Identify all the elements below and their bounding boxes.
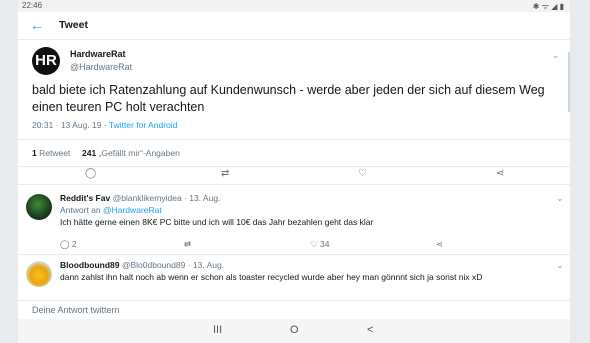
- retweet-icon[interactable]: ⇄: [221, 168, 229, 179]
- retweet-icon[interactable]: ⇄: [184, 239, 191, 250]
- reply-input[interactable]: Deine Antwort twittern: [32, 305, 120, 315]
- retweet-count[interactable]: 1 Retweet: [32, 148, 70, 158]
- reply-count: 2: [71, 239, 77, 249]
- header: ← Tweet: [18, 12, 570, 40]
- reply-to-prefix: Antwort an: [60, 205, 103, 215]
- reply-handle-time: @blanklikemyidea · 13. Aug.: [110, 193, 221, 203]
- list-item[interactable]: Reddit's Fav @blanklikemyidea · 13. Aug.…: [18, 188, 570, 255]
- reply-author: Reddit's Fav @blanklikemyidea · 13. Aug.: [60, 193, 220, 203]
- list-item[interactable]: Bloodbound89 @Blo0dbound89 · 13. Aug. ⌄ …: [18, 255, 570, 300]
- system-status-icons: ✱ ᯤ ◢ ▮: [532, 2, 564, 11]
- reply-text: Ich hätte gerne einen 8K€ PC bitte und i…: [60, 217, 374, 227]
- page-title: Tweet: [59, 19, 88, 31]
- like-button[interactable]: ♡ 34: [310, 239, 329, 250]
- reply-to: Antwort an @HardwareRat: [60, 205, 162, 215]
- arrow-left-icon[interactable]: ←: [30, 17, 44, 33]
- like-count[interactable]: 241 „Gefällt mir“-Angaben: [82, 148, 180, 158]
- reply-composer[interactable]: Deine Antwort twittern: [18, 300, 570, 319]
- chevron-down-icon[interactable]: ⌄: [552, 50, 560, 61]
- recents-icon[interactable]: III: [213, 324, 222, 336]
- tweet-detail-screen: 22:46 ✱ ᯤ ◢ ▮ ← Tweet HR HardwareRat @Ha…: [18, 0, 570, 343]
- tweet-text: bald biete ich Ratenzahlung auf Kundenwu…: [32, 83, 545, 114]
- tweet-timestamp: 20:31 · 13 Aug. 19 ·: [32, 120, 109, 130]
- reply-name[interactable]: Reddit's Fav: [60, 193, 110, 203]
- reply-icon: ◯: [60, 239, 72, 249]
- avatar[interactable]: [26, 261, 52, 287]
- tweet-meta: 20:31 · 13 Aug. 19 · Twitter for Android: [32, 120, 177, 130]
- heart-icon[interactable]: ♡: [358, 168, 367, 179]
- author-name[interactable]: HardwareRat: [70, 49, 126, 59]
- like-count-value: 241: [82, 148, 97, 158]
- avatar[interactable]: HR: [32, 47, 60, 75]
- status-time: 22:46: [22, 1, 43, 10]
- reply-handle-time: @Blo0dbound89 · 13. Aug.: [119, 260, 225, 270]
- tweet-stats: 1 Retweet 241 „Gefällt mir“-Angaben: [18, 139, 570, 167]
- like-count-label: „Gefällt mir“-Angaben: [96, 148, 180, 158]
- share-icon[interactable]: ⋖: [436, 239, 443, 250]
- reply-name[interactable]: Bloodbound89: [60, 260, 120, 270]
- chevron-down-icon[interactable]: ⌄: [556, 260, 564, 271]
- tweet-actions: ◯ ⇄ ♡ ⋖: [18, 165, 570, 185]
- back-icon[interactable]: <: [367, 324, 373, 336]
- reply-text: dann zahlst ihn halt noch ab wenn er sch…: [60, 272, 483, 282]
- like-count: 34: [319, 239, 330, 249]
- reply-author: Bloodbound89 @Blo0dbound89 · 13. Aug.: [60, 260, 224, 270]
- heart-icon: ♡: [310, 239, 320, 249]
- share-icon[interactable]: ⋖: [496, 168, 504, 179]
- avatar[interactable]: [26, 194, 52, 220]
- chevron-down-icon[interactable]: ⌄: [556, 193, 564, 204]
- tweet-source-link[interactable]: Twitter for Android: [109, 120, 178, 130]
- scrollbar[interactable]: [568, 52, 570, 112]
- reply-button[interactable]: ◯ 2: [60, 239, 77, 250]
- home-icon[interactable]: O: [290, 324, 299, 336]
- retweet-count-label: Retweet: [36, 148, 71, 158]
- reply-icon[interactable]: ◯: [85, 168, 96, 179]
- reply-to-link[interactable]: @HardwareRat: [103, 205, 162, 215]
- status-bar: 22:46 ✱ ᯤ ◢ ▮: [18, 0, 570, 12]
- author-handle[interactable]: @HardwareRat: [70, 62, 132, 72]
- android-nav-bar: III O <: [18, 319, 570, 343]
